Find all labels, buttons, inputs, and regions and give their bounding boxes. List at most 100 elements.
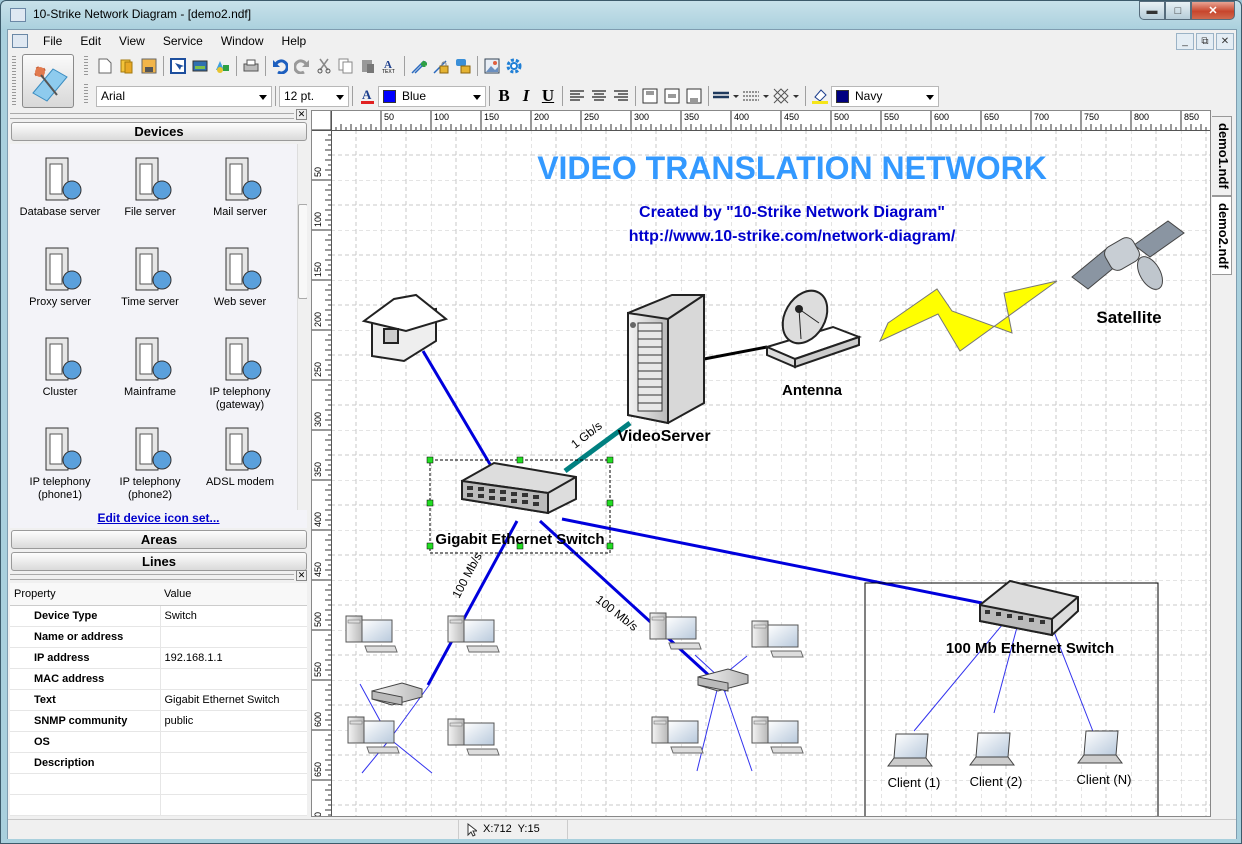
device-palette-item[interactable]: IP telephony (phone2) xyxy=(105,424,195,502)
devices-section-header[interactable]: Devices xyxy=(11,122,307,141)
close-button[interactable]: ✕ xyxy=(1191,1,1235,20)
add-line-icon[interactable] xyxy=(408,55,430,77)
fill-color-select[interactable]: Navy xyxy=(831,85,939,107)
device-palette-item[interactable]: Time server xyxy=(105,244,195,309)
mdi-close-button[interactable]: ✕ xyxy=(1216,33,1234,50)
cut-icon[interactable] xyxy=(313,55,335,77)
ethernet-switch-label[interactable]: 100 Mb Ethernet Switch xyxy=(946,640,1114,657)
property-row[interactable]: Description xyxy=(10,752,307,774)
gigabit-switch-label[interactable]: Gigabit Ethernet Switch xyxy=(435,531,604,548)
maximize-button[interactable]: □ xyxy=(1165,1,1191,20)
redo-icon[interactable] xyxy=(291,55,313,77)
close-panel-icon[interactable]: ✕ xyxy=(296,109,307,120)
property-row[interactable]: Device Type Switch xyxy=(10,605,307,627)
property-row[interactable]: MAC address xyxy=(10,668,307,690)
property-value[interactable] xyxy=(160,731,307,753)
property-row[interactable]: OS xyxy=(10,731,307,753)
save-icon[interactable] xyxy=(138,55,160,77)
menu-file[interactable]: File xyxy=(34,31,71,51)
device-palette-item[interactable]: Web sever xyxy=(195,244,285,309)
property-row[interactable]: SNMP community public xyxy=(10,710,307,732)
antenna-label[interactable]: Antenna xyxy=(782,382,843,399)
device-palette-item[interactable]: File server xyxy=(105,154,195,219)
device-palette-item[interactable]: ADSL modem xyxy=(195,424,285,489)
picture-icon[interactable] xyxy=(189,55,211,77)
client-1-label[interactable]: Client (1) xyxy=(888,775,941,790)
print-icon[interactable] xyxy=(240,55,262,77)
tab-demo2[interactable]: demo2.ndf xyxy=(1212,195,1232,276)
italic-button[interactable]: I xyxy=(515,85,537,107)
lock-label-icon[interactable] xyxy=(452,55,474,77)
document-icon[interactable] xyxy=(12,34,28,48)
underline-button[interactable]: U xyxy=(537,85,559,107)
property-value[interactable]: public xyxy=(160,710,307,732)
device-palette-item[interactable]: Mainframe xyxy=(105,334,195,399)
device-palette-item[interactable]: IP telephony (phone1) xyxy=(15,424,105,502)
client-2-label[interactable]: Client (2) xyxy=(970,774,1023,789)
align-left-icon[interactable] xyxy=(566,85,588,107)
property-value[interactable]: Gigabit Ethernet Switch xyxy=(160,689,307,711)
palette-scrollbar[interactable] xyxy=(297,144,307,510)
undo-icon[interactable] xyxy=(269,55,291,77)
wizard-button[interactable] xyxy=(22,54,74,108)
client-n-label[interactable]: Client (N) xyxy=(1077,772,1132,787)
device-palette-item[interactable]: Mail server xyxy=(195,154,285,219)
property-row[interactable]: IP address 192.168.1.1 xyxy=(10,647,307,669)
property-value[interactable]: Switch xyxy=(160,605,307,627)
line-end-dropdown[interactable] xyxy=(772,85,802,107)
property-value[interactable]: 192.168.1.1 xyxy=(160,647,307,669)
align-right-icon[interactable] xyxy=(610,85,632,107)
font-family-select[interactable]: Arial xyxy=(96,85,272,107)
valign-bottom-icon[interactable] xyxy=(683,85,705,107)
panel-grip[interactable]: ✕ xyxy=(10,109,307,120)
mdi-minimize-button[interactable]: _ xyxy=(1176,33,1194,50)
property-row[interactable]: Name or address xyxy=(10,626,307,648)
diagram-canvas[interactable]: 50 100 150 200 250 300 350 400 450 500 550 600 650 70… xyxy=(311,110,1211,817)
device-palette-item[interactable]: Proxy server xyxy=(15,244,105,309)
satellite-label[interactable]: Satellite xyxy=(1096,308,1161,327)
text-icon[interactable]: A TEXT xyxy=(379,55,401,77)
align-center-icon[interactable] xyxy=(588,85,610,107)
diagram-title[interactable]: VIDEO TRANSLATION NETWORK xyxy=(537,150,1047,186)
mdi-restore-button[interactable]: ⧉ xyxy=(1196,33,1214,50)
image-icon[interactable] xyxy=(481,55,503,77)
line-width-dropdown[interactable] xyxy=(712,85,742,107)
bold-button[interactable]: B xyxy=(493,85,515,107)
diagram-url[interactable]: http://www.10-strike.com/network-diagram… xyxy=(629,228,956,245)
diagram-svg[interactable]: 50 100 150 200 250 300 350 400 450 500 550 600 650 70… xyxy=(312,111,1211,817)
font-size-select[interactable]: 12 pt. xyxy=(279,85,349,107)
copy-icon[interactable] xyxy=(335,55,357,77)
new-document-icon[interactable] xyxy=(94,55,116,77)
open-folder-icon[interactable] xyxy=(116,55,138,77)
device-palette-item[interactable]: Database server xyxy=(15,154,105,219)
panel-grip[interactable]: ✕ xyxy=(10,570,307,581)
toolbar-grip[interactable] xyxy=(12,56,16,106)
minimize-button[interactable]: ▬ xyxy=(1139,1,1165,20)
select-icon[interactable] xyxy=(167,55,189,77)
settings-icon[interactable] xyxy=(503,55,525,77)
property-value[interactable] xyxy=(160,626,307,648)
fill-color-icon[interactable] xyxy=(809,85,831,107)
menu-window[interactable]: Window xyxy=(212,31,273,51)
menu-service[interactable]: Service xyxy=(154,31,212,51)
valign-top-icon[interactable] xyxy=(639,85,661,107)
videoserver-label[interactable]: VideoServer xyxy=(617,428,710,445)
paste-icon[interactable] xyxy=(357,55,379,77)
menu-help[interactable]: Help xyxy=(273,31,316,51)
property-value[interactable] xyxy=(160,752,307,774)
menu-edit[interactable]: Edit xyxy=(71,31,110,51)
diagram-subtitle[interactable]: Created by "10-Strike Network Diagram" xyxy=(639,204,945,221)
edit-icon-set-link[interactable]: Edit device icon set... xyxy=(10,510,307,528)
areas-section-header[interactable]: Areas xyxy=(11,530,307,549)
valign-middle-icon[interactable] xyxy=(661,85,683,107)
menu-view[interactable]: View xyxy=(110,31,154,51)
font-color-select[interactable]: Blue xyxy=(378,85,486,107)
lines-section-header[interactable]: Lines xyxy=(11,552,307,571)
scrollbar-thumb[interactable] xyxy=(298,204,307,299)
close-panel-icon[interactable]: ✕ xyxy=(296,570,307,581)
line-style-dropdown[interactable] xyxy=(742,85,772,107)
video-server-icon[interactable] xyxy=(627,294,705,425)
device-palette-item[interactable]: Cluster xyxy=(15,334,105,399)
lock-line-icon[interactable] xyxy=(430,55,452,77)
property-row[interactable]: Text Gigabit Ethernet Switch xyxy=(10,689,307,711)
